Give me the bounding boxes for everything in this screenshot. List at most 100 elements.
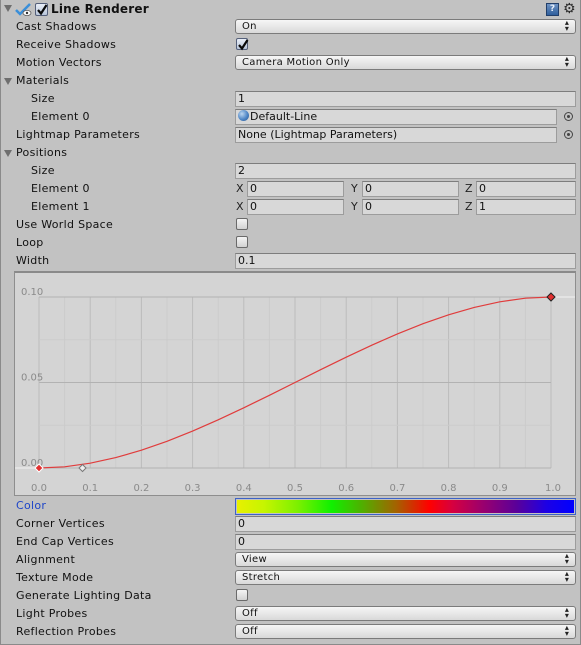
cast-shadows-value: On xyxy=(242,21,257,32)
receive-shadows-checkbox[interactable] xyxy=(236,38,249,51)
materials-size-row: Size 1 xyxy=(0,90,581,108)
position-z-input[interactable]: 1 xyxy=(476,199,576,215)
x-tick-label: 0.8 xyxy=(441,483,457,494)
material-element-label: Element 0 xyxy=(31,110,90,123)
curve-key[interactable] xyxy=(546,292,556,302)
x-axis-label: X xyxy=(236,182,244,195)
generate-lighting-data-row: Generate Lighting Data xyxy=(0,587,581,605)
texture-mode-value: Stretch xyxy=(242,572,281,583)
reflection-probes-row: Reflection Probes Off ▴ ▾ xyxy=(0,623,581,641)
foldout-arrow-icon[interactable] xyxy=(4,150,12,157)
x-tick-label: 0.7 xyxy=(389,483,405,494)
loop-row: Loop xyxy=(0,234,581,252)
cast-shadows-label: Cast Shadows xyxy=(16,20,97,33)
foldout-arrow-icon[interactable] xyxy=(4,78,12,85)
loop-label: Loop xyxy=(16,236,44,249)
light-probes-row: Light Probes Off ▴ ▾ xyxy=(0,605,581,623)
position-element-label: Element 0 xyxy=(31,182,90,195)
width-curve-editor[interactable]: 0.00 0.05 0.10 0.0 0.1 0.2 0.3 0.4 0.5 0.6 0.7 0.8 0… xyxy=(14,271,576,496)
z-axis-label: Z xyxy=(465,182,473,195)
positions-label: Positions xyxy=(16,146,68,159)
texture-mode-row: Texture Mode Stretch ▴ ▾ xyxy=(0,569,581,587)
y-tick-label: 0.05 xyxy=(21,373,43,384)
width-curve-chart[interactable]: 0.000.050.100.0 0.1 0.2 0.3 0.4 0.5 0.6 0.7 0.8 0… xyxy=(15,273,575,495)
dropdown-arrows-icon: ▴ ▾ xyxy=(564,623,570,638)
position-y-input[interactable]: 0 xyxy=(362,181,459,197)
motion-vectors-dropdown[interactable]: Camera Motion Only ▴ ▾ xyxy=(235,55,576,70)
x-tick-label: 0.9 xyxy=(492,483,508,494)
materials-label: Materials xyxy=(16,74,70,87)
positions-foldout[interactable]: Positions xyxy=(0,144,581,162)
tangent-handle xyxy=(78,463,87,473)
width-row: Width 0.1 xyxy=(0,252,581,270)
x-axis-label: X xyxy=(236,200,244,213)
texture-mode-label: Texture Mode xyxy=(16,571,94,584)
use-world-space-row: Use World Space xyxy=(0,216,581,234)
object-picker-icon[interactable] xyxy=(564,112,573,121)
end-cap-vertices-input[interactable]: 0 xyxy=(235,534,576,550)
color-label: Color xyxy=(16,499,47,512)
color-gradient-preview xyxy=(237,500,574,513)
light-probes-label: Light Probes xyxy=(16,607,88,620)
reflection-probes-dropdown[interactable]: Off ▴ ▾ xyxy=(235,624,576,639)
reflection-probes-label: Reflection Probes xyxy=(16,625,117,638)
width-input[interactable]: 0.1 xyxy=(235,253,576,269)
foldout-arrow-icon[interactable] xyxy=(4,5,12,12)
dropdown-arrows-icon: ▴ ▾ xyxy=(564,605,570,620)
light-probes-value: Off xyxy=(242,608,258,619)
cast-shadows-row: Cast Shadows On ▴ ▾ xyxy=(0,18,581,36)
alignment-row: Alignment View ▴ ▾ xyxy=(0,551,581,569)
corner-vertices-input[interactable]: 0 xyxy=(235,516,576,532)
use-world-space-checkbox[interactable] xyxy=(236,218,248,230)
alignment-dropdown[interactable]: View ▴ ▾ xyxy=(235,552,576,567)
lightmap-parameters-field[interactable]: None (Lightmap Parameters) xyxy=(235,127,557,143)
light-probes-dropdown[interactable]: Off ▴ ▾ xyxy=(235,606,576,621)
x-tick-label: 0.3 xyxy=(185,483,201,494)
corner-vertices-row: Corner Vertices 0 xyxy=(0,515,581,533)
position-z-input[interactable]: 0 xyxy=(476,181,576,197)
gear-icon[interactable]: ⚙ xyxy=(563,1,579,17)
x-tick-label: 0.6 xyxy=(338,483,354,494)
reflection-probes-value: Off xyxy=(242,626,258,637)
alignment-value: View xyxy=(242,554,267,565)
positions-size-label: Size xyxy=(31,164,55,177)
position-element-row: Element 1 X 0 Y 0 Z 1 xyxy=(0,198,581,216)
end-cap-vertices-row: End Cap Vertices 0 xyxy=(0,533,581,551)
materials-size-input[interactable]: 1 xyxy=(235,91,576,107)
material-element-value: Default-Line xyxy=(250,110,318,123)
positions-size-input[interactable]: 2 xyxy=(235,163,576,179)
loop-checkbox[interactable] xyxy=(236,236,248,248)
materials-foldout[interactable]: Materials xyxy=(0,72,581,90)
position-x-input[interactable]: 0 xyxy=(247,181,344,197)
y-axis-label: Y xyxy=(351,182,358,195)
texture-mode-dropdown[interactable]: Stretch ▴ ▾ xyxy=(235,570,576,585)
receive-shadows-row: Receive Shadows xyxy=(0,36,581,54)
motion-vectors-label: Motion Vectors xyxy=(16,56,102,69)
y-tick-label: 0.10 xyxy=(21,287,43,298)
component-header[interactable]: Line Renderer ? ⚙ xyxy=(0,0,581,19)
dropdown-arrows-icon: ▴ ▾ xyxy=(564,569,570,584)
generate-lighting-data-checkbox[interactable] xyxy=(236,589,248,601)
corner-vertices-label: Corner Vertices xyxy=(16,517,105,530)
lightmap-parameters-row: Lightmap Parameters None (Lightmap Param… xyxy=(0,126,581,144)
position-y-input[interactable]: 0 xyxy=(362,199,459,215)
material-element-field[interactable]: Default-Line xyxy=(235,109,557,125)
x-tick-label: 0.5 xyxy=(287,483,303,494)
object-picker-icon[interactable] xyxy=(564,130,573,139)
position-x-input[interactable]: 0 xyxy=(247,199,344,215)
x-tick-label: 1.0 xyxy=(545,483,561,494)
use-world-space-label: Use World Space xyxy=(16,218,114,231)
dropdown-arrows-icon: ▴ ▾ xyxy=(564,54,570,69)
material-element-row: Element 0 Default-Line xyxy=(0,108,581,126)
dropdown-arrows-icon: ▴ ▾ xyxy=(564,18,570,33)
y-axis-label: Y xyxy=(351,200,358,213)
line-renderer-icon xyxy=(15,2,33,17)
cast-shadows-dropdown[interactable]: On ▴ ▾ xyxy=(235,19,576,34)
width-label: Width xyxy=(16,254,50,267)
x-tick-label: 0.2 xyxy=(133,483,149,494)
dropdown-arrows-icon: ▴ ▾ xyxy=(564,551,570,566)
help-icon[interactable]: ? xyxy=(546,3,559,16)
color-gradient-field[interactable] xyxy=(235,498,576,515)
component-enabled-checkbox[interactable] xyxy=(35,3,48,16)
end-cap-vertices-label: End Cap Vertices xyxy=(16,535,114,548)
